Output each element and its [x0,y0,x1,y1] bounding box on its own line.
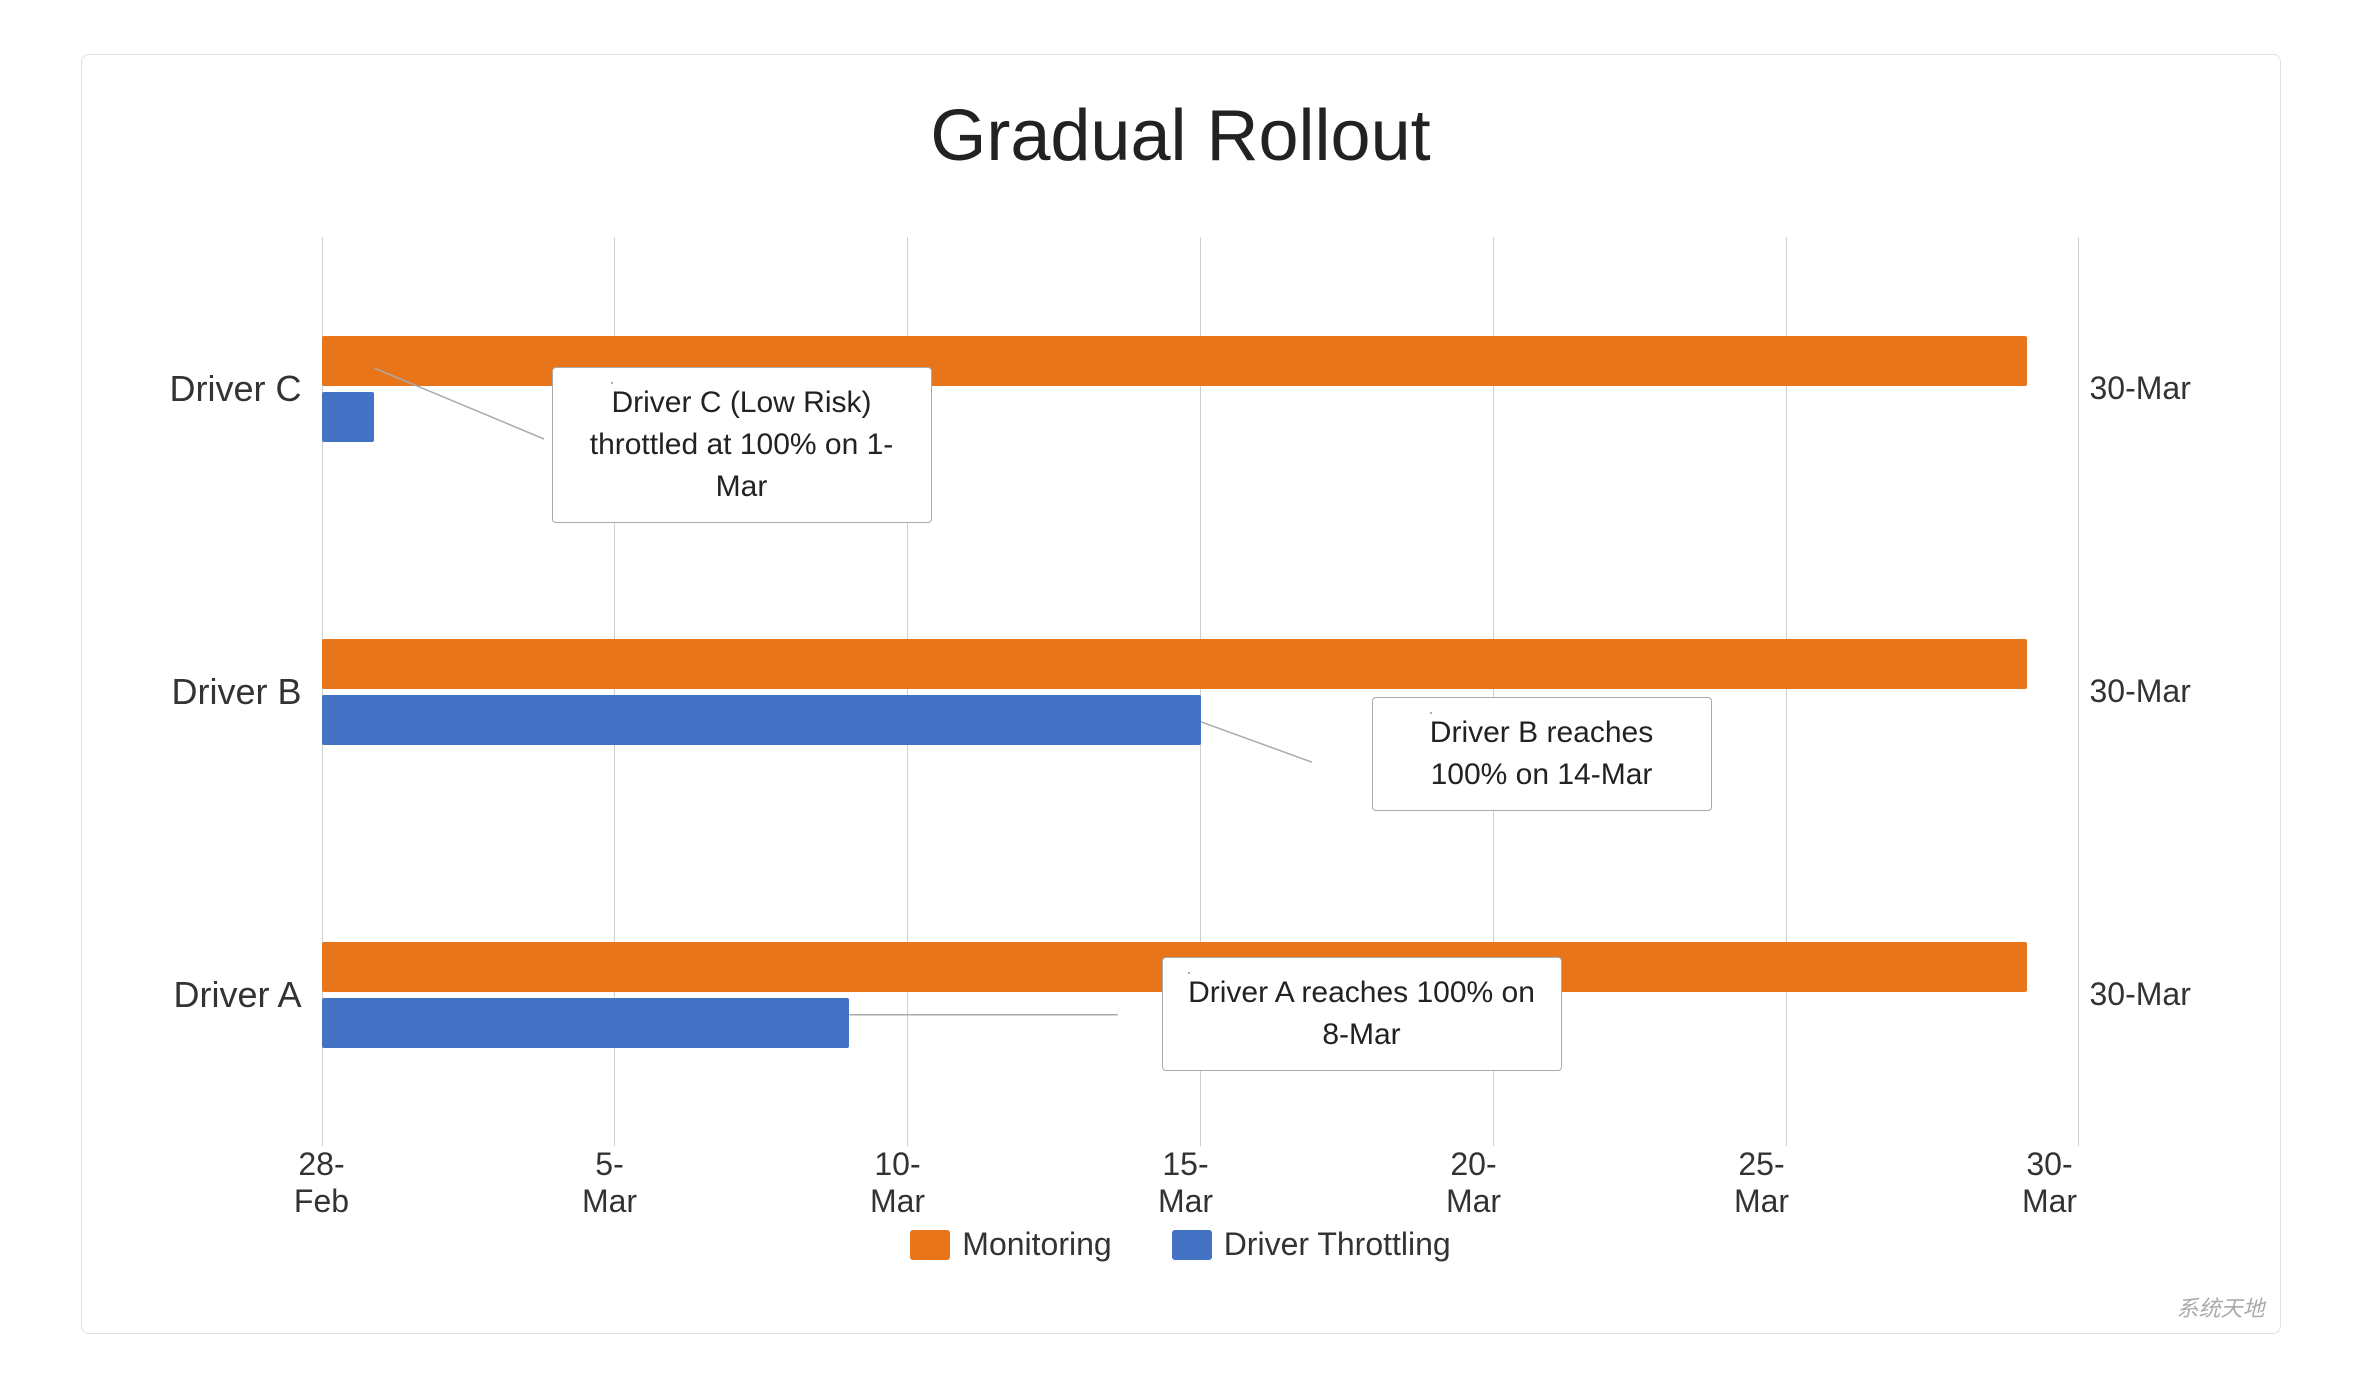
y-label-c: Driver C [162,368,322,410]
x-label-5mar: 5-Mar [580,1146,640,1220]
x-label-30mar: 30-Mar [2020,1146,2080,1220]
y-label-a: Driver A [162,974,322,1016]
legend-throttling: Driver Throttling [1172,1226,1451,1263]
x-label-10mar: 10-Mar [868,1146,928,1220]
right-label-b: 30-Mar [2090,673,2200,710]
watermark: 系统天地 [2176,1291,2264,1323]
y-label-b: Driver B [162,671,322,713]
annotation-c-text: Driver C (Low Risk) throttled at 100% on… [590,386,894,503]
annotation-b-text: Driver B reaches 100% on 14-Mar [1430,716,1653,791]
chart-container: Gradual Rollout Driver C Driver B Driver… [81,54,2281,1334]
driver-b-monitoring-track [322,639,2080,689]
chart-area: Driver C (Low Risk) throttled at 100% on… [322,237,2080,1206]
x-axis: 28-Feb 5-Mar 10-Mar 15-Mar 20-Mar 25-Mar… [322,1146,2080,1206]
right-label-a: 30-Mar [2090,976,2200,1013]
legend-swatch-monitoring [910,1230,950,1260]
x-label-20mar: 20-Mar [1444,1146,1504,1220]
x-label-25mar: 25-Mar [1732,1146,1792,1220]
legend-swatch-throttling [1172,1230,1212,1260]
right-axis: 30-Mar 30-Mar 30-Mar [2080,237,2200,1206]
legend: Monitoring Driver Throttling [162,1226,2200,1273]
grid-and-bars: Driver C (Low Risk) throttled at 100% on… [322,237,2080,1206]
driver-b-row [322,582,2080,802]
driver-b-throttling-bar [322,695,1201,745]
right-label-c: 30-Mar [2090,370,2200,407]
annotation-driver-c: Driver C (Low Risk) throttled at 100% on… [552,367,932,523]
annotation-a-text: Driver A reaches 100% on 8-Mar [1188,976,1535,1051]
annotation-driver-a: Driver A reaches 100% on 8-Mar [1162,957,1562,1071]
x-label-28feb: 28-Feb [292,1146,352,1220]
chart-title: Gradual Rollout [162,95,2200,177]
driver-a-throttling-bar [322,998,849,1048]
legend-monitoring: Monitoring [910,1226,1111,1263]
driver-b-monitoring-bar [322,639,2027,689]
chart-body: Driver C Driver B Driver A [162,237,2200,1206]
driver-b-throttling-track [322,695,2080,745]
y-axis: Driver C Driver B Driver A [162,237,322,1206]
legend-label-throttling: Driver Throttling [1224,1226,1451,1263]
x-label-15mar: 15-Mar [1156,1146,1216,1220]
driver-c-throttling-bar [322,392,375,442]
annotation-driver-b: Driver B reaches 100% on 14-Mar [1372,697,1712,811]
legend-label-monitoring: Monitoring [962,1226,1111,1263]
